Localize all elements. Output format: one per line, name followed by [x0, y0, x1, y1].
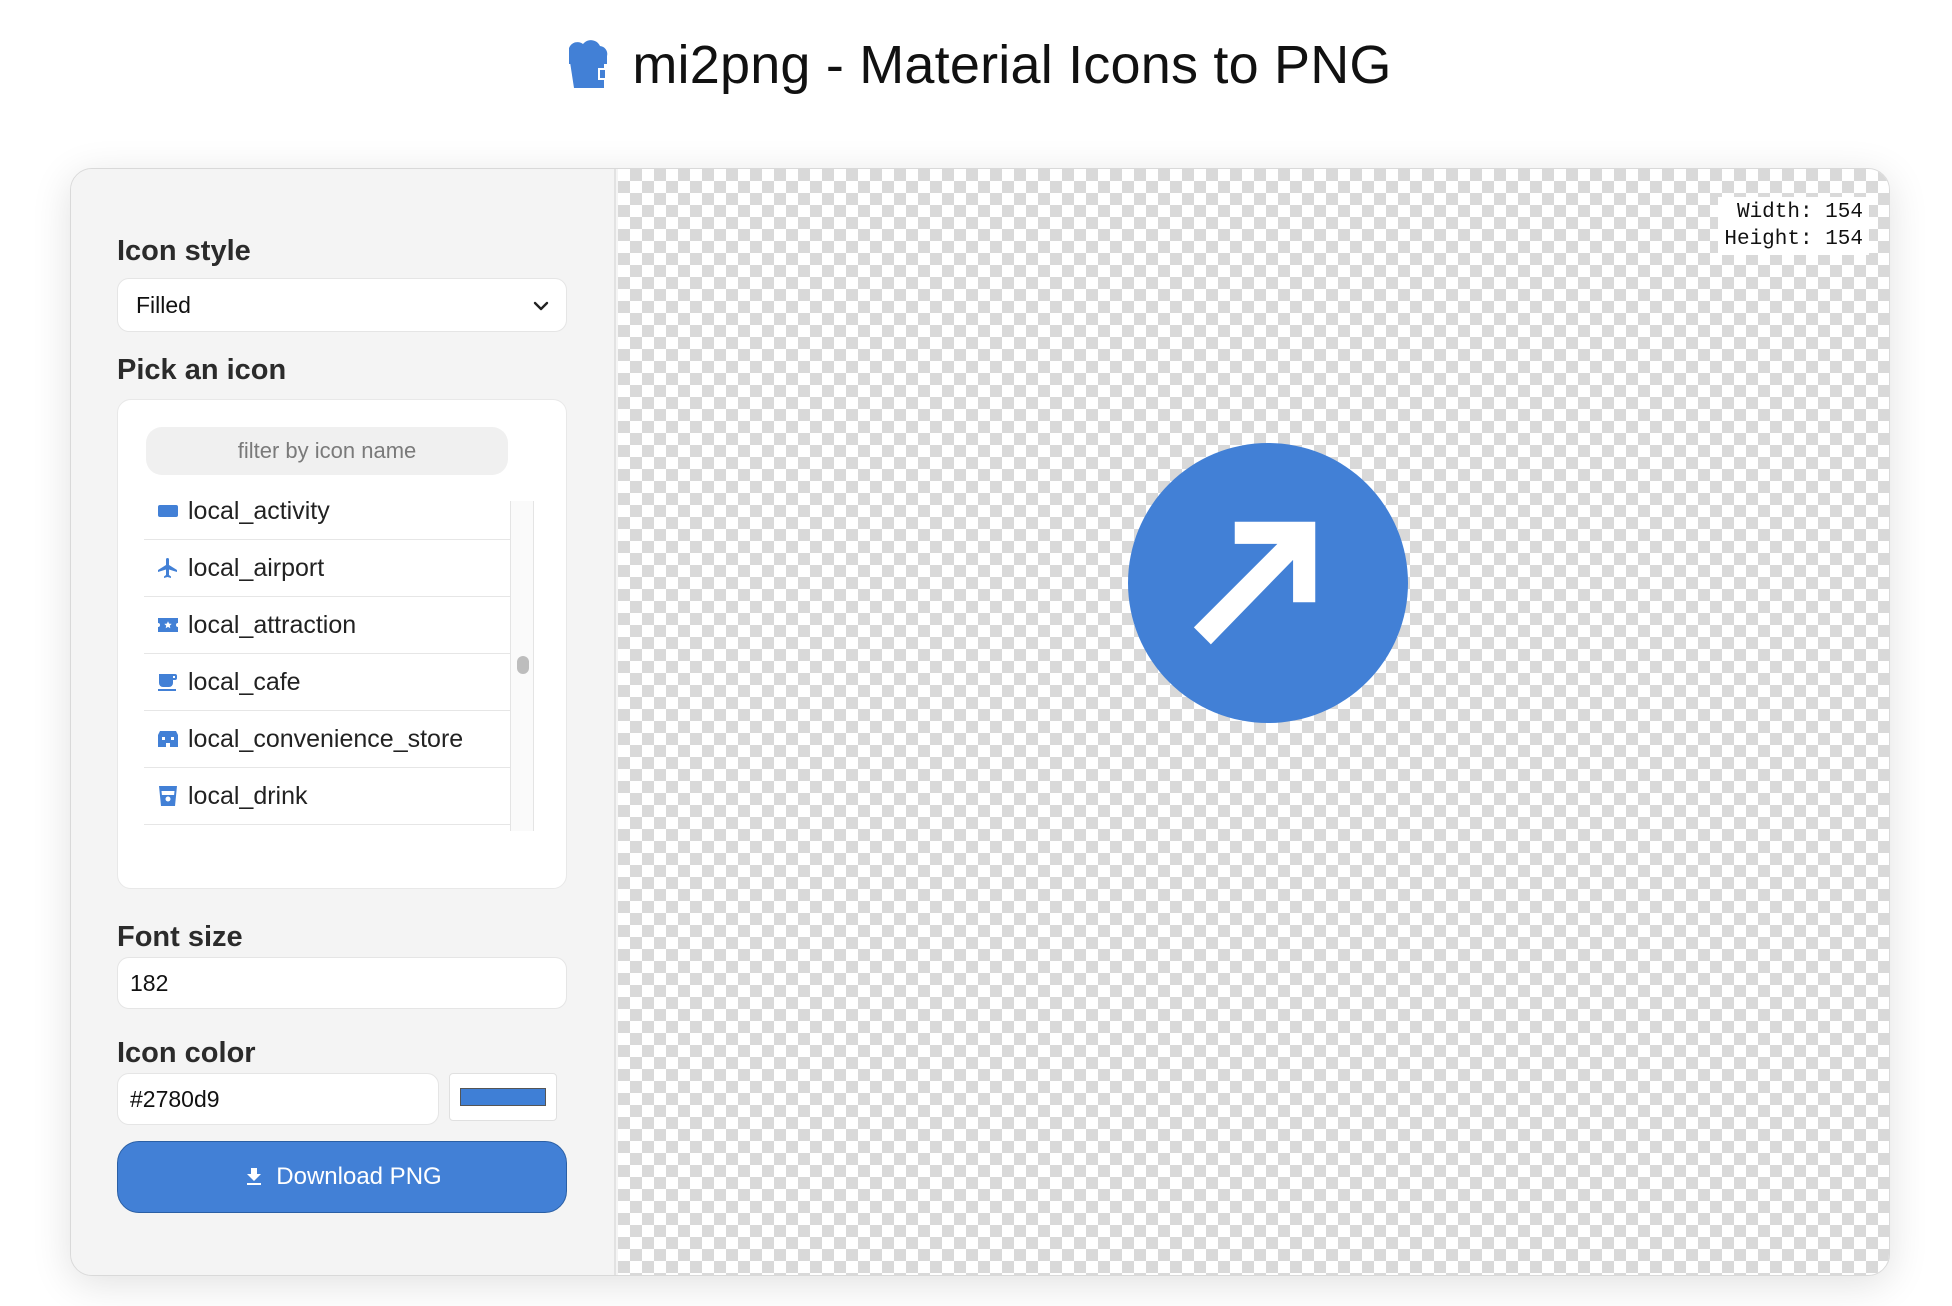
app-header: mi2png - Material Icons to PNG	[0, 30, 1952, 100]
store-icon	[158, 731, 178, 747]
list-item[interactable]: local_convenience_store	[144, 711, 510, 768]
chevron-down-icon	[533, 301, 549, 311]
font-size-label: Font size	[117, 921, 243, 953]
local-activity-icon	[158, 505, 178, 517]
download-button[interactable]: Download PNG	[117, 1141, 567, 1213]
scrollbar-thumb[interactable]	[517, 656, 529, 674]
icon-color-input[interactable]	[117, 1073, 439, 1125]
pick-icon-label: Pick an icon	[117, 354, 287, 386]
list-item-label: local_attraction	[188, 610, 357, 639]
icon-color-label: Icon color	[117, 1037, 256, 1069]
list-item-label: local_airport	[188, 553, 325, 582]
width-readout: Width: 154	[1736, 201, 1863, 224]
local-drink-icon	[569, 40, 608, 88]
filter-input[interactable]	[146, 427, 508, 475]
color-swatch	[460, 1088, 546, 1106]
list-item[interactable]: local_drink	[144, 768, 510, 825]
list-item[interactable]: local_florist	[144, 825, 510, 831]
list-item-label: local_cafe	[188, 667, 301, 696]
icon-style-select[interactable]: Filled	[117, 278, 567, 332]
airplane-icon	[158, 558, 177, 578]
dimensions-readout: Width: 154 Height: 154	[1718, 197, 1869, 255]
list-item[interactable]: local_cafe	[144, 654, 510, 711]
drink-cup-icon	[159, 786, 177, 806]
download-icon	[247, 1168, 262, 1185]
color-picker-button[interactable]	[449, 1073, 557, 1121]
list-item[interactable]: local_airport	[144, 540, 510, 597]
list-item[interactable]: local_attraction	[144, 597, 510, 654]
preview-canvas: Width: 154 Height: 154	[618, 169, 1889, 1275]
list-scrollbar[interactable]	[510, 501, 534, 831]
icon-style-value: Filled	[136, 291, 191, 318]
download-button-label: Download PNG	[276, 1163, 442, 1190]
ticket-star-icon	[158, 618, 178, 632]
coffee-cup-icon	[158, 674, 177, 691]
list-item-label: local_convenience_store	[188, 724, 464, 753]
icon-list: local_activity local_airport local_attra…	[144, 501, 510, 831]
main-card: Icon style Filled Pick an icon local_act…	[70, 168, 1890, 1276]
icon-picker-panel: local_activity local_airport	[117, 399, 567, 889]
icon-style-label: Icon style	[117, 235, 251, 267]
font-size-input[interactable]	[117, 957, 567, 1009]
list-item[interactable]: local_activity	[144, 501, 510, 540]
list-item-label: local_drink	[188, 781, 308, 810]
arrow-circle-up-right-icon	[1128, 443, 1408, 723]
page-title: mi2png - Material Icons to PNG	[632, 35, 1392, 95]
settings-sidebar: Icon style Filled Pick an icon local_act…	[71, 169, 616, 1275]
height-readout: Height: 154	[1724, 228, 1863, 251]
list-item-label: local_activity	[188, 501, 330, 525]
